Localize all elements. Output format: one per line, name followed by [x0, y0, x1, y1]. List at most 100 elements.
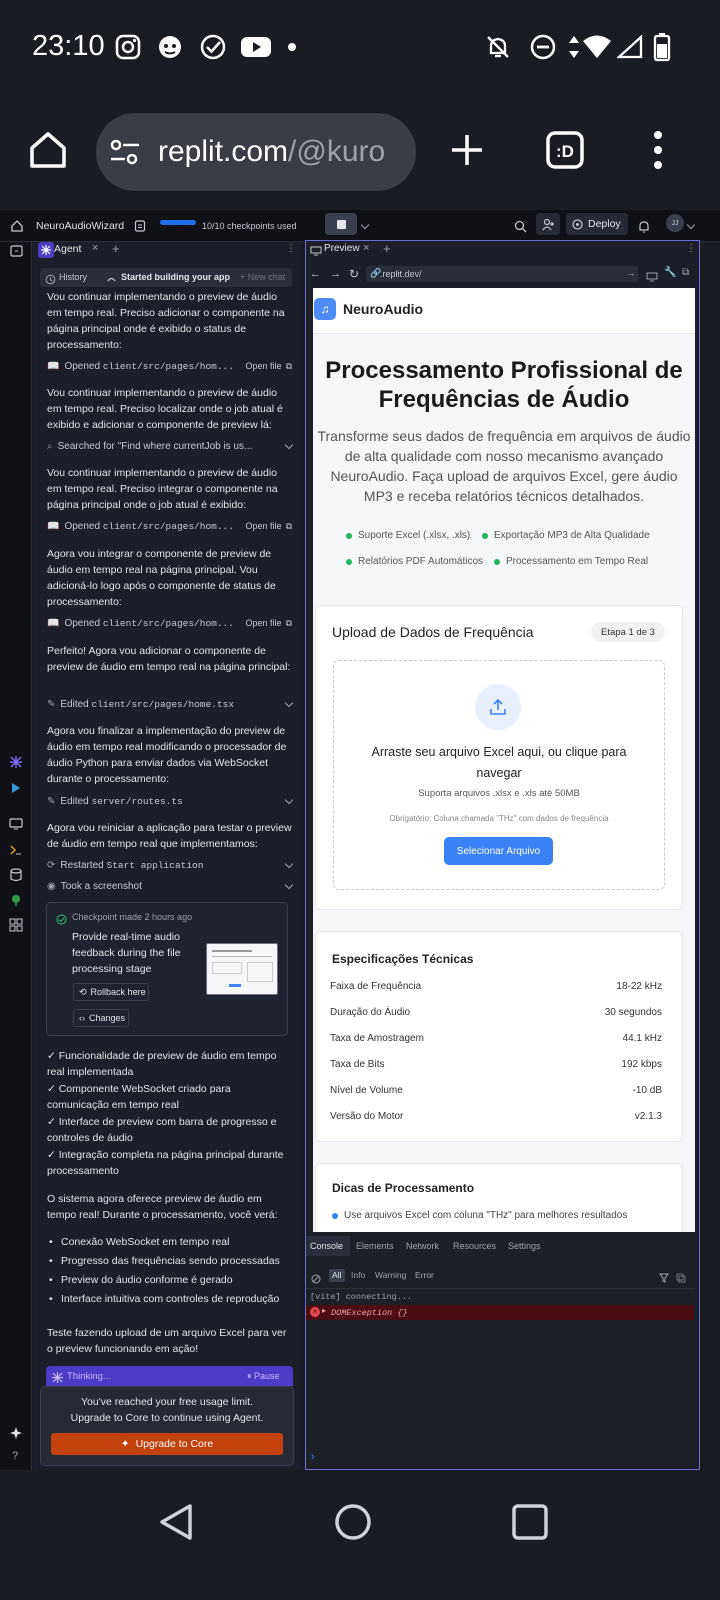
rollback-button[interactable]: ⟲ Rollback here	[73, 983, 149, 1001]
checkpoint-count: 10/10 checkpoints used	[202, 221, 297, 231]
filter-info[interactable]: Info	[351, 1270, 365, 1280]
filter-funnel-icon[interactable]	[659, 1270, 669, 1283]
action-label: Searched for "Find where currentJob is u…	[57, 440, 253, 452]
sparkle-rail-icon[interactable]	[9, 1426, 23, 1440]
help-icon[interactable]: ?	[12, 1450, 18, 1462]
tab-network[interactable]: Network	[406, 1241, 439, 1251]
tip-item: Use arquivos Excel com coluna "THz" para…	[332, 1210, 627, 1221]
all-tools-icon[interactable]	[9, 918, 23, 932]
action-screenshot[interactable]: ◉ Took a screenshot	[47, 878, 294, 894]
pause-button[interactable]: ⏸ Pause	[247, 1371, 280, 1382]
url-bar[interactable]: replit.com/@kuro	[96, 113, 416, 191]
action-opened-file[interactable]: 📖 Opened client/src/pages/hom... Open fi…	[47, 518, 292, 534]
console-error-text[interactable]: DOMException {}	[331, 1308, 408, 1318]
site-settings-icon[interactable]	[108, 136, 142, 168]
action-edited-file[interactable]: ✎ Edited client/src/pages/home.tsx	[47, 696, 294, 712]
go-icon[interactable]: →	[626, 268, 635, 278]
database-rail-icon[interactable]	[9, 868, 23, 882]
check-item: ✓ Funcionalidade de preview de áudio em …	[47, 1050, 277, 1078]
agent-chat-scroll[interactable]: Vou continuar implementando o preview de…	[33, 288, 301, 1378]
preview-tab-close-icon[interactable]: ×	[363, 242, 369, 254]
open-file-link[interactable]: Open file	[246, 361, 282, 371]
preview-tab-label[interactable]: Preview	[324, 243, 360, 254]
search-icon[interactable]	[514, 210, 527, 242]
action-label: Opened	[64, 360, 101, 372]
select-file-button[interactable]: Selecionar Arquivo	[444, 837, 553, 865]
packages-rail-icon[interactable]	[9, 893, 23, 907]
preview-webpage: ♫ NeuroAudio Processamento Profissional …	[313, 288, 695, 1232]
open-file-link[interactable]: Open file	[246, 521, 282, 531]
console-divider	[306, 1288, 694, 1289]
action-label: Restarted	[60, 859, 104, 871]
expand-arrow-icon[interactable]: ▸	[322, 1306, 326, 1315]
back-icon[interactable]: ←	[310, 268, 321, 280]
open-file-link[interactable]: Open file	[246, 618, 282, 628]
tab-console[interactable]: Console	[310, 1241, 343, 1251]
chevron-down-icon[interactable]	[360, 210, 370, 242]
agent-tab-label[interactable]: Agent	[54, 243, 81, 255]
agent-menu-icon[interactable]: ⋮	[286, 243, 296, 254]
recents-nav-icon[interactable]	[510, 1502, 550, 1542]
invite-user-icon[interactable]	[536, 213, 560, 235]
preview-rail-icon[interactable]	[9, 817, 23, 830]
reload-icon[interactable]: ↻	[349, 267, 359, 281]
open-new-window-icon[interactable]: ⧉	[682, 267, 689, 278]
agent-new-tab-icon[interactable]: +	[112, 241, 120, 256]
preview-new-tab-icon[interactable]: +	[383, 241, 391, 256]
avatar[interactable]: JJ	[666, 214, 684, 232]
agent-rail-icon[interactable]	[9, 755, 23, 769]
deploy-button[interactable]: Deploy	[566, 213, 628, 235]
history-button[interactable]: History	[59, 272, 87, 282]
agent-tab-close-icon[interactable]: ×	[92, 242, 98, 254]
filter-error[interactable]: Error	[415, 1270, 434, 1280]
forward-icon[interactable]: →	[330, 268, 341, 280]
upload-title: Upload de Dados de Frequência	[332, 624, 534, 640]
avatar-chevron-icon[interactable]	[686, 210, 696, 242]
action-search[interactable]: ⌕ Searched for "Find where currentJob is…	[47, 438, 294, 454]
bell-icon[interactable]	[638, 210, 650, 242]
new-chat-button[interactable]: + New chat	[240, 272, 285, 282]
edit-icon: ✎	[47, 698, 56, 710]
file-icon[interactable]	[133, 210, 147, 242]
camera-icon: ◉	[47, 880, 56, 892]
shell-rail-icon[interactable]	[9, 843, 23, 855]
assistant-rail-icon[interactable]	[10, 781, 22, 795]
preview-menu-icon[interactable]: ⋮	[686, 243, 696, 254]
replit-home-icon[interactable]	[10, 210, 24, 242]
site-brand[interactable]: NeuroAudio	[343, 301, 423, 317]
action-restarted[interactable]: ⟳ Restarted Start application	[47, 857, 294, 873]
instagram-icon	[114, 32, 142, 62]
changes-button[interactable]: ‹› Changes	[73, 1009, 129, 1027]
action-edited-file[interactable]: ✎ Edited server/routes.ts	[47, 793, 294, 809]
action-path: client/src/pages/home.tsx	[91, 698, 235, 710]
device-icon[interactable]	[646, 269, 658, 282]
back-nav-icon[interactable]	[156, 1502, 196, 1542]
console-prompt[interactable]: ›	[311, 1451, 315, 1463]
filter-all[interactable]: All	[332, 1270, 341, 1280]
list-item: • Interface intuitiva com controles de re…	[49, 1293, 280, 1305]
tab-settings[interactable]: Settings	[508, 1241, 541, 1251]
deploy-icon	[572, 218, 583, 230]
home-nav-icon[interactable]	[333, 1502, 373, 1542]
tab-switcher-icon[interactable]: :D	[545, 130, 585, 170]
tab-elements[interactable]: Elements	[356, 1241, 394, 1251]
stop-button[interactable]	[325, 213, 357, 235]
files-icon[interactable]	[8, 242, 26, 260]
tips-title: Dicas de Processamento	[332, 1181, 475, 1195]
project-name[interactable]: NeuroAudioWizard	[36, 210, 124, 242]
agent-icon	[52, 1370, 64, 1383]
browser-menu-icon[interactable]	[648, 128, 668, 172]
youtube-icon	[240, 32, 272, 62]
filter-warning[interactable]: Warning	[375, 1270, 406, 1280]
agent-summary: O sistema agora oferece preview de áudio…	[47, 1193, 278, 1221]
home-icon[interactable]	[26, 128, 70, 172]
action-opened-file[interactable]: 📖 Opened client/src/pages/hom... Open fi…	[47, 358, 292, 374]
action-opened-file[interactable]: 📖 Opened client/src/pages/hom... Open fi…	[47, 615, 292, 631]
upgrade-button[interactable]: ✦ Upgrade to Core	[51, 1433, 283, 1455]
devtools-icon[interactable]: 🔧	[664, 267, 676, 278]
new-tab-icon[interactable]	[449, 132, 485, 168]
tab-resources[interactable]: Resources	[453, 1241, 496, 1251]
copy-icon[interactable]	[676, 1270, 686, 1283]
checkpoint-thumbnail[interactable]	[206, 943, 278, 995]
clear-console-icon[interactable]	[311, 1271, 321, 1284]
